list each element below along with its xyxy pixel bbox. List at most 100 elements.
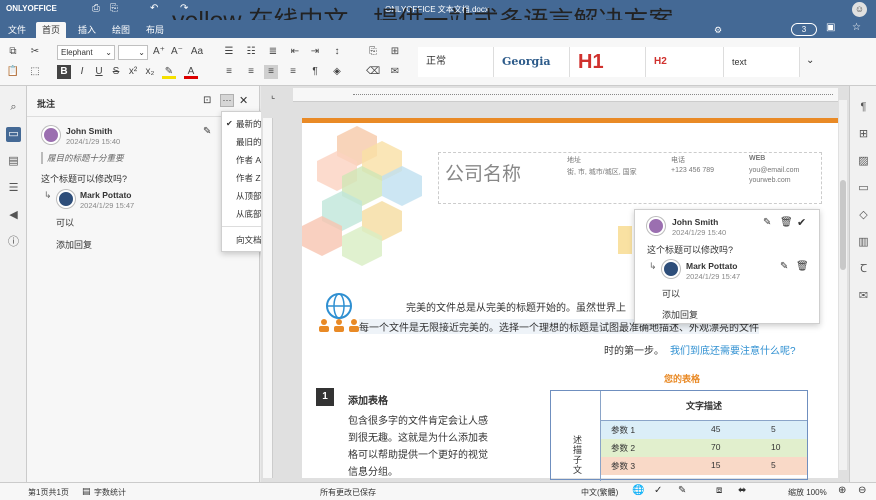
change-case-icon[interactable]: Aa xyxy=(190,45,204,59)
track-changes-icon[interactable]: ✎ xyxy=(678,485,686,496)
tab-layout[interactable]: 布局 xyxy=(140,22,170,38)
page-indicator[interactable]: 第1页共1页 xyxy=(28,487,69,498)
table-title: 您的表格 xyxy=(664,374,701,384)
sort-menu-icon[interactable]: ··· xyxy=(220,94,234,107)
scrollbar-thumb[interactable] xyxy=(840,180,846,270)
font-color-icon[interactable]: A xyxy=(184,65,198,79)
chat-icon[interactable]: ▤ xyxy=(6,154,21,169)
select-all-icon[interactable]: ⬚ xyxy=(28,65,42,79)
tab-home[interactable]: 首页 xyxy=(36,22,67,38)
add-comment-icon[interactable]: ⊡ xyxy=(203,95,211,106)
table-cell: 45 xyxy=(711,424,721,434)
chart-settings-icon[interactable]: ▥ xyxy=(856,235,871,250)
close-icon[interactable]: ✕ xyxy=(239,94,248,107)
paragraph-marks-icon[interactable]: ¶ xyxy=(308,65,322,79)
copy-style-icon[interactable]: ⎘ xyxy=(366,45,380,59)
subscript-icon[interactable]: x₂ xyxy=(143,65,157,79)
vertical-ruler[interactable] xyxy=(263,118,273,478)
highlight-icon[interactable]: ✎ xyxy=(162,65,176,79)
edit-icon[interactable]: ✎ xyxy=(203,126,211,137)
word-count-icon[interactable]: ▤ xyxy=(82,486,91,497)
data-table[interactable]: 文字描述 述描子文 参数 1 45 5 参数 2 70 10 参数 3 15 5 xyxy=(550,390,808,481)
numbering-icon[interactable]: ☷ xyxy=(244,45,258,59)
increase-indent-icon[interactable]: ⇥ xyxy=(308,45,322,59)
vertical-scrollbar[interactable] xyxy=(839,100,847,470)
multilevel-icon[interactable]: ≣ xyxy=(266,45,280,59)
increase-font-icon[interactable]: A⁺ xyxy=(152,45,166,59)
print-icon[interactable]: ⎘ xyxy=(110,3,118,14)
user-avatar[interactable]: ☺ xyxy=(852,2,867,17)
word-count[interactable]: 字数统计 xyxy=(94,487,126,498)
clear-style-icon[interactable]: ⌫ xyxy=(366,65,380,79)
copy-icon[interactable]: ⧉ xyxy=(6,45,20,59)
font-size-select[interactable]: ⌄ xyxy=(118,45,148,60)
undo-icon[interactable]: ↶ xyxy=(150,3,158,14)
zoom-in-icon[interactable]: ⊕ xyxy=(838,485,846,496)
save-icon[interactable]: ⎙ xyxy=(92,3,100,14)
insert-icon[interactable]: ⊞ xyxy=(388,45,402,59)
delete-reply-icon[interactable]: 🗑 xyxy=(796,261,809,272)
header-footer-icon[interactable]: ▭ xyxy=(856,181,871,196)
favorite-icon[interactable]: ☆ xyxy=(852,22,861,33)
zoom-out-icon[interactable]: ⊖ xyxy=(858,485,866,496)
horizontal-ruler[interactable] xyxy=(293,88,838,102)
underline-icon[interactable]: U xyxy=(92,65,106,79)
tab-stop-icon[interactable]: ⌞ xyxy=(271,90,275,101)
search-icon[interactable]: ⌕ xyxy=(6,100,21,115)
help-icon[interactable]: ⚙ xyxy=(708,22,728,38)
fit-width-icon[interactable]: ⬌ xyxy=(738,485,746,496)
text-art-icon[interactable]: Ꞇ xyxy=(856,262,871,277)
decrease-indent-icon[interactable]: ⇤ xyxy=(288,45,302,59)
language-select[interactable]: 中文(繁體) xyxy=(581,487,618,498)
resolve-icon[interactable]: ✔ xyxy=(797,216,806,229)
style-georgia[interactable]: Georgia xyxy=(494,47,570,77)
shape-settings-icon[interactable]: ◇ xyxy=(856,208,871,223)
align-center-icon[interactable]: ≡ xyxy=(244,65,258,79)
style-text[interactable]: text xyxy=(724,47,800,77)
comments-icon[interactable]: ▭ xyxy=(6,127,21,142)
add-reply-link[interactable]: 添加回复 xyxy=(662,308,698,321)
table-settings-icon[interactable]: ⊞ xyxy=(856,127,871,142)
paragraph-settings-icon[interactable]: ¶ xyxy=(856,100,871,115)
users-badge[interactable]: 3 xyxy=(791,23,817,36)
strikethrough-icon[interactable]: S xyxy=(109,65,123,79)
line-spacing-icon[interactable]: ↕ xyxy=(330,45,344,59)
edit-reply-icon[interactable]: ✎ xyxy=(780,261,788,272)
paste-icon[interactable]: 📋 xyxy=(6,65,20,79)
justify-icon[interactable]: ≡ xyxy=(286,65,300,79)
tab-insert[interactable]: 插入 xyxy=(72,22,102,38)
align-left-icon[interactable]: ≡ xyxy=(222,65,236,79)
mail-merge-icon[interactable]: ✉ xyxy=(388,65,402,79)
paragraph-link[interactable]: 我们到底还需要注意什么呢? xyxy=(670,342,796,357)
delete-icon[interactable]: 🗑 xyxy=(780,217,793,228)
navigation-icon[interactable]: ☰ xyxy=(6,181,21,196)
doc-language-icon[interactable]: 🌐 xyxy=(632,485,644,496)
font-name-select[interactable]: Elephant ⌄ xyxy=(57,45,115,60)
open-location-icon[interactable]: ▣ xyxy=(826,22,835,33)
image-settings-icon[interactable]: ▨ xyxy=(856,154,871,169)
fit-page-icon[interactable]: ⧈ xyxy=(716,485,722,496)
superscript-icon[interactable]: x² xyxy=(126,65,140,79)
tab-draw[interactable]: 绘图 xyxy=(106,22,136,38)
info-icon[interactable]: ⓘ xyxy=(6,235,21,250)
italic-icon[interactable]: I xyxy=(75,65,89,79)
style-h1[interactable]: H1 xyxy=(570,47,646,77)
bullets-icon[interactable]: ☰ xyxy=(222,45,236,59)
mail-merge-icon[interactable]: ✉ xyxy=(856,289,871,304)
style-normal[interactable]: 正常 xyxy=(418,47,494,77)
bold-icon[interactable]: B xyxy=(57,65,71,79)
edit-icon[interactable]: ✎ xyxy=(763,217,771,228)
table-row: 参数 1 45 5 xyxy=(601,421,807,439)
reply-arrow-icon: ↳ xyxy=(44,190,52,200)
style-h2[interactable]: H2 xyxy=(646,47,724,77)
feedback-icon[interactable]: ◀ xyxy=(6,208,21,223)
tab-file[interactable]: 文件 xyxy=(2,22,32,38)
decrease-font-icon[interactable]: A⁻ xyxy=(170,45,184,59)
add-reply-link[interactable]: 添加回复 xyxy=(56,238,92,251)
shading-icon[interactable]: ◈ xyxy=(330,65,344,79)
spellcheck-icon[interactable]: ✓ xyxy=(654,485,662,496)
comment-highlight[interactable] xyxy=(618,226,632,254)
cut-icon[interactable]: ✂ xyxy=(28,45,42,59)
align-right-icon[interactable]: ≡ xyxy=(264,65,278,79)
styles-expand-icon[interactable]: ⌄ xyxy=(806,55,814,66)
